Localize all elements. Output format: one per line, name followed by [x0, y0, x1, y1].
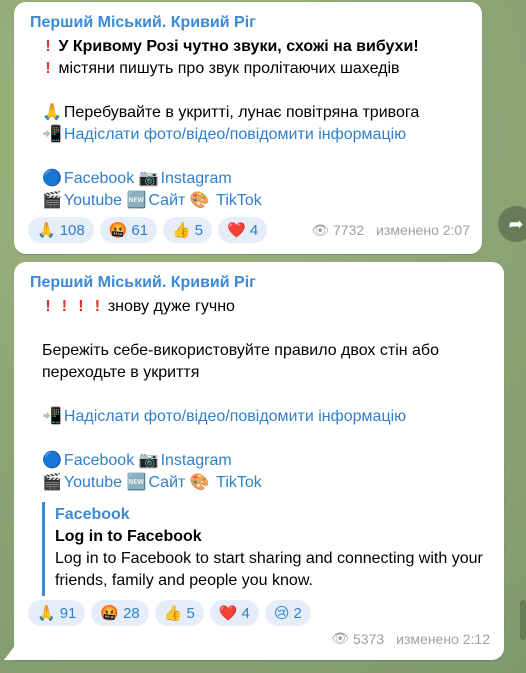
preview-description: Log in to Facebook to start sharing and … [55, 550, 483, 589]
thumbs-up-icon: 👍 [172, 222, 191, 239]
new-icon: 🆕 [126, 474, 147, 491]
channel-name[interactable]: Перший Міський. Кривий Ріг [30, 12, 468, 34]
edited-time: изменено 2:07 [376, 222, 470, 238]
message-meta: 👁 5373 изменено 2:12 [331, 630, 490, 647]
reaction-heart[interactable]: ❤️ 4 [209, 600, 259, 626]
exclamation-icon: ! [78, 298, 84, 315]
reaction-count: 5 [194, 221, 204, 239]
facebook-link[interactable]: Facebook [64, 170, 134, 187]
phone-arrow-icon: 📲 [42, 126, 62, 143]
heart-icon: ❤️ [227, 222, 246, 239]
camera-icon: 📷 [138, 452, 159, 469]
share-arrow-icon: ➦ [508, 213, 524, 234]
social-line: 🔵 Facebook 📷 Instagram [42, 168, 468, 190]
camera-icon: 📷 [138, 170, 159, 187]
view-count: 7732 [333, 222, 365, 238]
social-line: 🔵 Facebook 📷 Instagram [42, 450, 490, 472]
tiktok-link[interactable]: TikTok [216, 474, 262, 491]
clapper-icon: 🎬 [42, 474, 62, 491]
eye-icon: 👁 [311, 221, 330, 238]
share-button[interactable]: ➦ [498, 206, 526, 242]
submit-link-line: 📲 Надіслати фото/відео/повідомити інформа… [42, 406, 490, 428]
reaction-count: 108 [59, 221, 85, 239]
preview-title: Log in to Facebook [55, 528, 202, 545]
message-bubble: Перший Міський. Кривий Ріг ! ! ! ! знову… [14, 262, 504, 660]
site-link[interactable]: Сайт [148, 474, 185, 491]
submit-link[interactable]: Надіслати фото/відео/повідомити інформац… [64, 126, 406, 143]
social-line: 🎬 Youtube 🆕 Сайт 🎨 TikTok [42, 472, 490, 494]
reaction-count: 91 [59, 604, 77, 622]
angry-face-icon: 🤬 [100, 605, 120, 622]
crying-face-icon: 😢 [273, 605, 290, 622]
reaction-thumbs-up[interactable]: 👍 5 [163, 217, 213, 243]
reaction-count: 2 [293, 604, 302, 622]
palette-icon: 🎨 [189, 192, 210, 209]
reaction-heart[interactable]: ❤️ 4 [218, 217, 268, 243]
facebook-link[interactable]: Facebook [64, 452, 134, 469]
reaction-count: 4 [249, 221, 259, 239]
message-meta: 👁 7732 изменено 2:07 [311, 222, 470, 239]
youtube-link[interactable]: Youtube [64, 192, 122, 209]
reaction-count: 61 [131, 221, 149, 239]
site-link[interactable]: Сайт [148, 192, 185, 209]
bubble-tail [4, 644, 16, 660]
social-line: 🎬 Youtube 🆕 Сайт 🎨 TikTok [42, 190, 468, 212]
reaction-angry[interactable]: 🤬 61 [99, 217, 158, 243]
pray-icon: 🙏 [42, 104, 62, 121]
pray-icon: 🙏 [37, 222, 56, 239]
reaction-count: 5 [186, 604, 195, 622]
pray-icon: 🙏 [37, 605, 56, 622]
submit-link-line: 📲 Надіслати фото/відео/повідомити інформа… [42, 124, 468, 146]
edited-time: изменено 2:12 [396, 630, 490, 647]
exclamation-icon: ! [94, 298, 101, 315]
reaction-count: 28 [123, 604, 140, 622]
tiktok-link[interactable]: TikTok [216, 192, 262, 209]
reaction-crying[interactable]: 😢 2 [264, 600, 311, 626]
blue-circle-icon: 🔵 [42, 170, 62, 187]
channel-name[interactable]: Перший Міський. Кривий Ріг [30, 272, 490, 294]
reaction-count: 4 [241, 604, 250, 622]
new-icon: 🆕 [126, 192, 147, 209]
reaction-pray[interactable]: 🙏 108 [28, 217, 94, 243]
view-count: 5373 [353, 630, 385, 647]
instagram-link[interactable]: Instagram [161, 452, 232, 469]
link-preview[interactable]: Facebook Log in to Facebook Log in to Fa… [42, 502, 490, 596]
exclamation-icon: ! [45, 38, 51, 55]
message-footer: 🙏 91 🤬 28 👍 5 ❤️ 4 😢 2 [28, 600, 492, 626]
phone-arrow-icon: 📲 [42, 408, 62, 425]
message-line: ! ! ! ! знову дуже гучно [42, 296, 490, 318]
reaction-pray[interactable]: 🙏 91 [28, 600, 86, 626]
reaction-thumbs-up[interactable]: 👍 5 [154, 600, 204, 626]
message-line: переходьте в укриття [42, 364, 200, 381]
exclamation-icon: ! [61, 298, 68, 315]
message-line: ! містяни пишуть про звук пролітаючих ша… [42, 58, 468, 80]
exclamation-icon: ! [45, 60, 51, 77]
thumbs-up-icon: 👍 [163, 605, 183, 622]
palette-icon: 🎨 [189, 474, 210, 491]
eye-icon: 👁 [331, 630, 350, 646]
blue-circle-icon: 🔵 [42, 452, 62, 469]
preview-site: Facebook [55, 506, 130, 523]
scrollbar-thumb[interactable] [520, 600, 526, 640]
reaction-angry[interactable]: 🤬 28 [91, 600, 149, 626]
message-footer: 🙏 108 🤬 61 👍 5 ❤️ 4 👁 7732 изменено 2:07 [28, 217, 470, 243]
exclamation-icon: ! [45, 298, 51, 315]
angry-face-icon: 🤬 [108, 222, 128, 239]
clapper-icon: 🎬 [42, 192, 62, 209]
youtube-link[interactable]: Youtube [64, 474, 122, 491]
heart-icon: ❤️ [218, 605, 238, 622]
message-bubble: Перший Міський. Кривий Ріг ! У Кривому Р… [14, 2, 482, 254]
message-line: ! У Кривому Розі чутно звуки, схожі на в… [42, 36, 468, 58]
submit-link[interactable]: Надіслати фото/відео/повідомити інформац… [64, 408, 406, 425]
instagram-link[interactable]: Instagram [161, 170, 232, 187]
message-line: 🙏 Перебувайте в укритті, лунає повітряна … [42, 102, 468, 124]
message-line: Бережіть себе-використовуйте правило дво… [42, 342, 439, 359]
